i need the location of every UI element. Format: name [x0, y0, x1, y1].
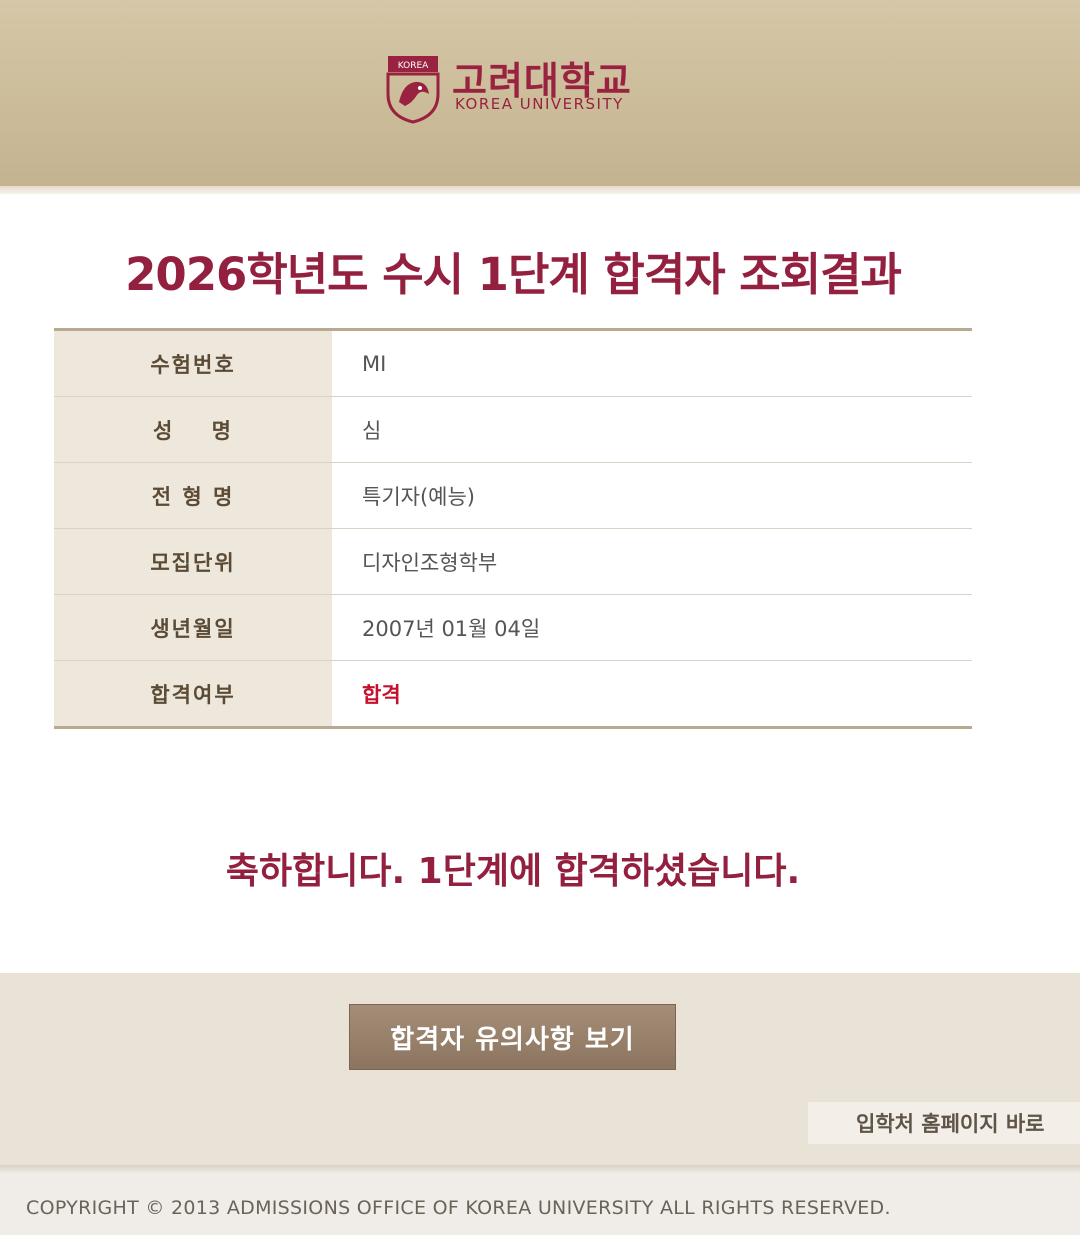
table-row-name: 성 명 심: [54, 397, 972, 463]
table-row-birthdate: 생년월일 2007년 01월 04일: [54, 595, 972, 661]
row-value: 심: [332, 397, 972, 462]
header-divider: [0, 186, 1080, 194]
row-label: 모집단위: [54, 529, 332, 594]
row-value: 특기자(예능): [332, 463, 972, 528]
row-label: 합격여부: [54, 661, 332, 726]
congratulations-message: 축하합니다. 1단계에 합격하셨습니다.: [225, 851, 801, 892]
copyright-text: COPYRIGHT © 2013 ADMISSIONS OFFICE OF KO…: [26, 1197, 891, 1219]
footer-divider: [0, 1165, 1080, 1173]
table-row-result: 합격여부 합격: [54, 661, 972, 726]
row-label: 수험번호: [54, 331, 332, 396]
row-value: 2007년 01월 04일: [332, 595, 972, 660]
row-label: 생년월일: [54, 595, 332, 660]
table-row-admission-type: 전 형 명 특기자(예능): [54, 463, 972, 529]
table-row-exam-number: 수험번호 MI: [54, 331, 972, 397]
row-label: 전 형 명: [54, 463, 332, 528]
admissions-home-link[interactable]: 입학처 홈페이지 바로: [808, 1102, 1080, 1144]
university-logo[interactable]: KOREA 고려대학교 KOREA UNIVERSITY: [386, 50, 646, 126]
table-row-department: 모집단위 디자인조형학부: [54, 529, 972, 595]
row-value: 디자인조형학부: [332, 529, 972, 594]
row-label: 성 명: [54, 397, 332, 462]
logo-english-text: KOREA UNIVERSITY: [455, 95, 624, 113]
pass-status: 합격: [332, 661, 972, 726]
tiger-shield-icon: KOREA: [386, 56, 440, 124]
result-table: 수험번호 MI 성 명 심 전 형 명 특기자(예능) 모집단위 디자인조형학부…: [54, 328, 972, 729]
page-title: 2026학년도 수시 1단계 합격자 조회결과: [125, 248, 902, 301]
view-notice-button[interactable]: 합격자 유의사항 보기: [349, 1004, 676, 1070]
svg-text:KOREA: KOREA: [398, 61, 429, 71]
row-value: MI: [332, 331, 972, 396]
